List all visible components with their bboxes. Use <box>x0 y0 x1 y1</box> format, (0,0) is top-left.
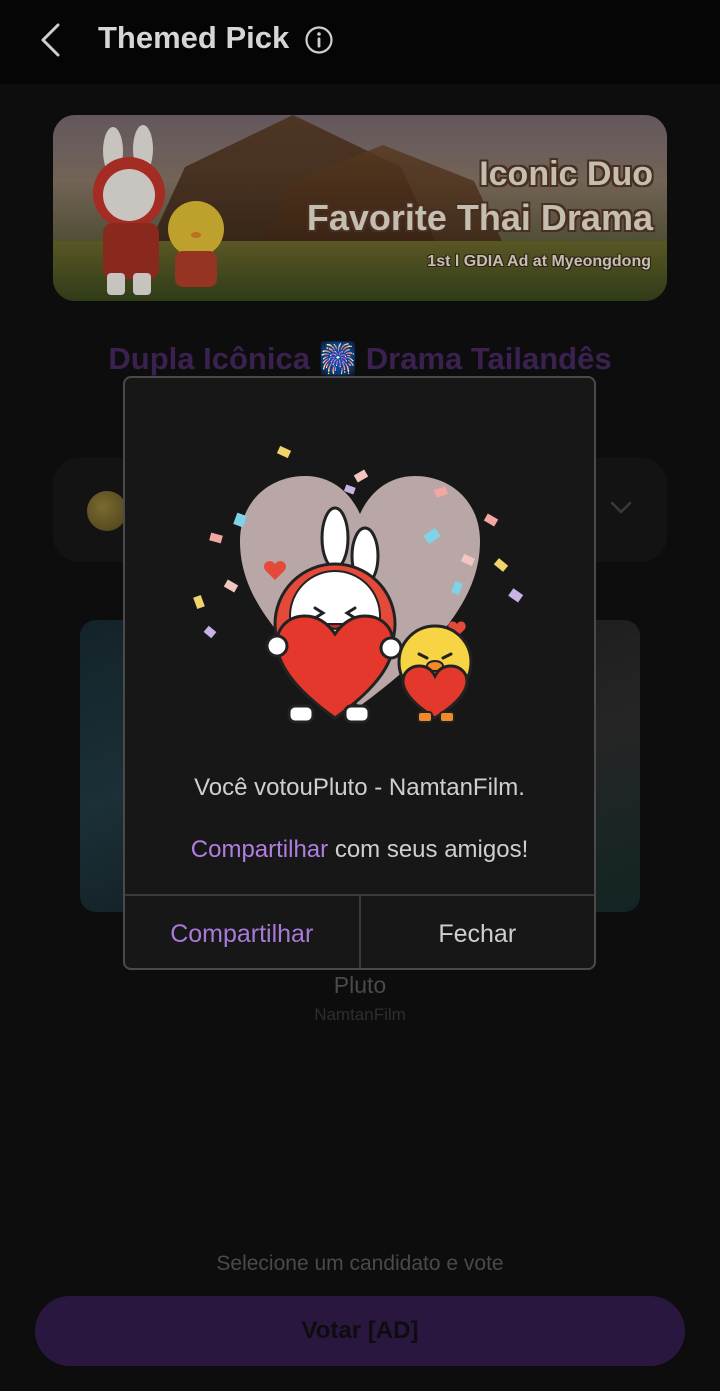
share-link[interactable]: Compartilhar <box>191 836 328 863</box>
share-prompt-text: com seus amigos! <box>328 836 529 863</box>
close-button[interactable]: Fechar <box>361 896 595 968</box>
celebration-illustration <box>193 445 524 724</box>
vote-confirmation-message: Você votouPluto - NamtanFilm. <box>194 774 525 801</box>
coin-icon <box>87 491 127 531</box>
info-button[interactable] <box>304 25 334 55</box>
candidate-name: Pluto <box>333 972 387 998</box>
candidate-subtitle: NamtanFilm <box>314 1005 406 1024</box>
vote-hint: Selecione um candidato e vote <box>216 1252 504 1275</box>
page-title: Themed Pick <box>98 20 290 55</box>
back-button[interactable] <box>30 18 70 62</box>
promo-banner[interactable]: Iconic Duo Favorite Thai Drama 1st l GDI… <box>53 115 667 301</box>
vote-confirm-dialog: Você votouPluto - NamtanFilm. Compartilh… <box>123 376 596 970</box>
overlay-dim <box>53 115 667 301</box>
top-bar: Themed Pick <box>0 0 720 84</box>
vote-subtitle: Dupla Icônica 🎆 Drama Tailandês <box>108 341 612 376</box>
chevron-left-icon <box>41 23 60 57</box>
dialog-actions: Compartilhar Fechar <box>125 894 595 968</box>
share-prompt: Compartilhar com seus amigos! <box>125 836 594 864</box>
info-icon <box>305 26 333 54</box>
vote-button[interactable]: Votar [AD] <box>35 1296 685 1366</box>
chevron-down-icon <box>610 501 632 514</box>
share-button[interactable]: Compartilhar <box>125 896 361 968</box>
